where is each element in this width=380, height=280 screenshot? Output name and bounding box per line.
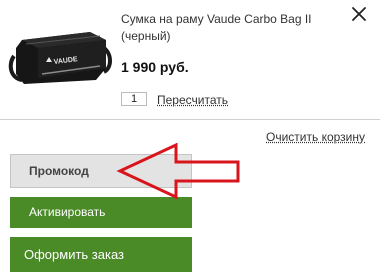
product-name[interactable]: Сумка на раму Vaude Carbo Bag II (черный… bbox=[121, 11, 341, 45]
product-price: 1 990 руб. bbox=[121, 59, 189, 75]
divider bbox=[0, 119, 380, 120]
checkout-button[interactable]: Оформить заказ bbox=[10, 237, 192, 272]
promo-code-button[interactable]: Промокод bbox=[10, 154, 192, 188]
product-image: VAUDE bbox=[8, 18, 114, 100]
activate-button[interactable]: Активировать bbox=[10, 197, 192, 228]
close-icon[interactable] bbox=[348, 3, 370, 25]
quantity-input[interactable]: 1 bbox=[121, 92, 147, 106]
recalculate-link[interactable]: Пересчитать bbox=[157, 93, 228, 107]
clear-cart-link[interactable]: Очистить корзину bbox=[266, 130, 365, 144]
